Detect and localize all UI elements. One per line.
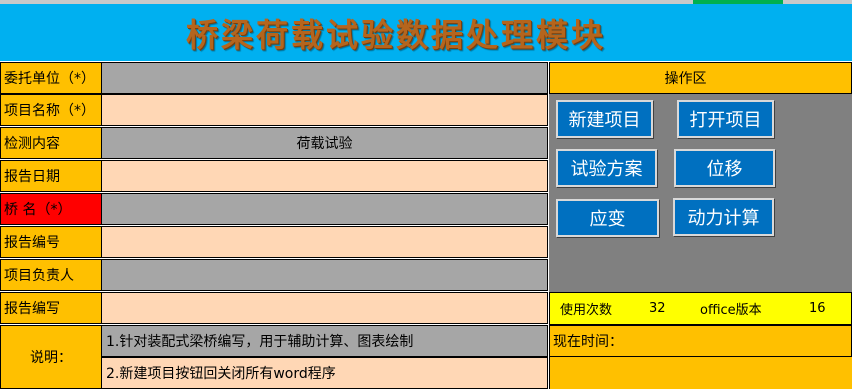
label-client: 委托单位（*） (0, 62, 102, 94)
notes-label: 说明： (0, 325, 102, 389)
input-project-name[interactable] (102, 94, 548, 126)
label-test-content: 检测内容 (0, 127, 102, 159)
page-title: 桥梁荷载试验数据处理模块 (185, 15, 606, 54)
input-bridge-name[interactable] (102, 193, 548, 225)
open-project-button[interactable]: 打开项目 (677, 100, 774, 138)
label-project-lead: 项目负责人 (0, 259, 102, 291)
label-report-number: 报告编号 (0, 226, 102, 258)
input-project-lead[interactable] (102, 259, 548, 291)
current-time-label: 现在时间： (553, 334, 623, 350)
current-time-row: 现在时间： (549, 325, 852, 357)
bottom-right-cell (549, 357, 852, 389)
office-version-value: 16 (809, 301, 826, 316)
use-count-value: 32 (649, 301, 666, 316)
label-bridge-name: 桥 名（*） (0, 193, 102, 225)
office-version-label: office版本 (700, 303, 762, 318)
input-report-author[interactable] (102, 292, 548, 324)
input-report-date[interactable] (102, 160, 548, 192)
label-project-name: 项目名称（*） (0, 94, 102, 126)
displacement-button[interactable]: 位移 (674, 149, 775, 187)
input-client[interactable] (102, 62, 548, 94)
input-report-number[interactable] (102, 226, 548, 258)
test-plan-button[interactable]: 试验方案 (556, 149, 657, 187)
strain-button[interactable]: 应变 (556, 199, 659, 237)
new-project-button[interactable]: 新建项目 (556, 100, 653, 138)
use-count-label: 使用次数 (560, 303, 613, 318)
notes-line-1: 1.针对装配式梁桥编写，用于辅助计算、图表绘制 (102, 325, 548, 357)
label-report-author: 报告编写 (0, 292, 102, 324)
stats-row: 使用次数 32 office版本 16 (549, 292, 852, 325)
operation-panel-header: 操作区 (549, 62, 852, 94)
label-report-date: 报告日期 (0, 160, 102, 192)
notes-line-2: 2.新建项目按钮回关闭所有word程序 (102, 357, 548, 389)
dynamic-calc-button[interactable]: 动力计算 (673, 198, 774, 236)
input-test-content[interactable]: 荷载试验 (102, 127, 548, 159)
